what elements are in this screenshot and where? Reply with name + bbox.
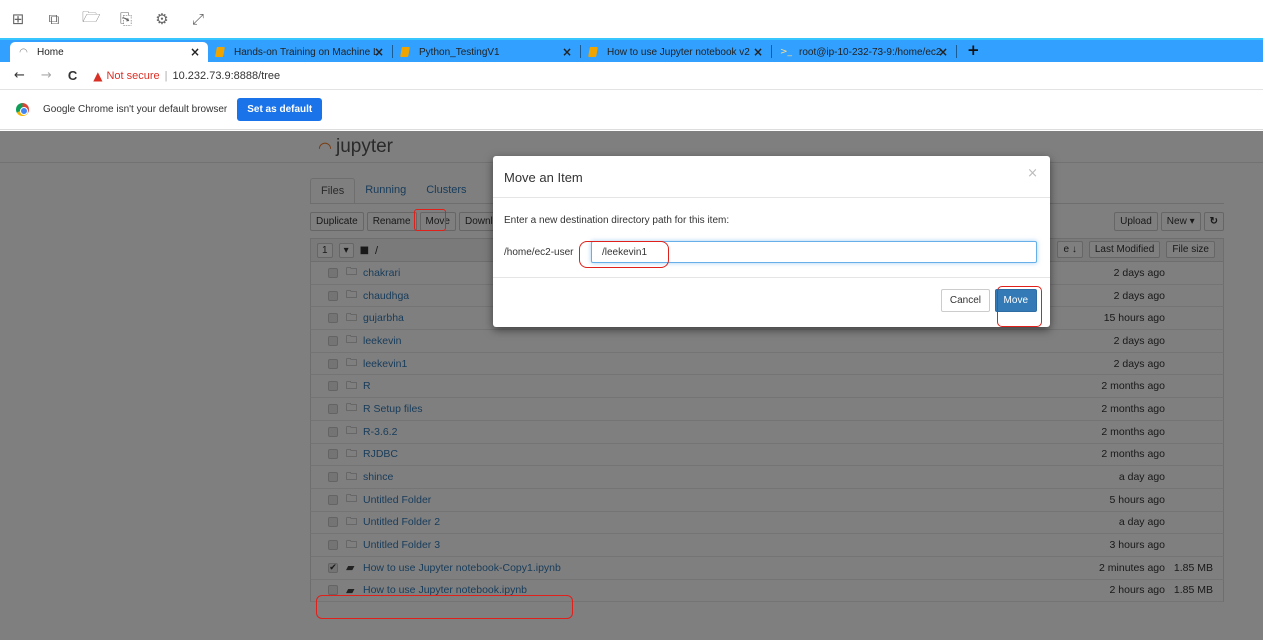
back-button[interactable]: ←: [14, 68, 25, 83]
url-field[interactable]: 10.232.73.9:8888/tree: [173, 70, 281, 82]
tab-jupyter-notebook-v2[interactable]: How to use Jupyter notebook v2 ×: [581, 42, 771, 62]
address-bar: ← → C ▲ Not secure | 10.232.73.9:8888/tr…: [0, 62, 1263, 90]
new-tab-button[interactable]: +: [967, 41, 980, 59]
set-as-default-button[interactable]: Set as default: [237, 98, 323, 121]
jupyter-icon: ◠: [19, 46, 28, 58]
warning-icon: ▲: [93, 68, 103, 83]
dialog-footer: Cancel Move: [493, 278, 1050, 327]
copy-icon[interactable]: ⎘: [118, 10, 134, 28]
dialog-title: Move an Item: [504, 170, 583, 185]
dialog-header: Move an Item ×: [493, 156, 1050, 198]
destination-path-input[interactable]: [591, 241, 1037, 263]
close-icon[interactable]: ×: [938, 45, 948, 59]
tab-separator: [956, 45, 957, 58]
reload-button[interactable]: C: [68, 68, 77, 83]
tab-title: Home: [37, 46, 64, 58]
close-icon[interactable]: ×: [753, 45, 763, 59]
tab-title: How to use Jupyter notebook v2: [607, 46, 750, 58]
grid-icon[interactable]: ⊞: [10, 10, 26, 28]
chrome-icon: [16, 103, 29, 116]
tab-hands-on-training[interactable]: Hands-on Training on Machine L ×: [208, 42, 392, 62]
tab-home[interactable]: ◠ Home ×: [10, 42, 208, 62]
os-toolbar: ⊞ ⧉ 🗁 ⎘ ⚙ ⤢: [0, 0, 1263, 38]
default-browser-infobar: Google Chrome isn't your default browser…: [0, 90, 1263, 130]
tab-title: Python_TestingV1: [419, 46, 500, 58]
close-icon[interactable]: ×: [562, 45, 572, 59]
tab-terminal[interactable]: >_ root@ip-10-232-73-9:/home/ec2 ×: [772, 42, 956, 62]
cancel-button[interactable]: Cancel: [940, 289, 990, 312]
settings-icon[interactable]: ⚙: [154, 10, 170, 28]
close-icon[interactable]: ×: [1027, 166, 1038, 181]
folder-icon[interactable]: 🗁: [82, 7, 101, 32]
security-status[interactable]: Not secure: [106, 70, 159, 82]
dialog-body: Enter a new destination directory path f…: [493, 198, 1050, 278]
tab-python-testing[interactable]: Python_TestingV1 ×: [393, 42, 580, 62]
close-icon[interactable]: ×: [190, 45, 200, 59]
browser-tab-bar: ◠ Home × Hands-on Training on Machine L …: [0, 38, 1263, 62]
window-icon[interactable]: ⧉: [46, 10, 62, 28]
forward-button[interactable]: →: [41, 68, 52, 83]
tab-title: root@ip-10-232-73-9:/home/ec2: [799, 46, 942, 58]
move-button[interactable]: Move: [994, 289, 1037, 312]
terminal-icon: >_: [780, 46, 793, 57]
notebook-icon: [215, 47, 225, 57]
close-icon[interactable]: ×: [374, 45, 384, 59]
expand-icon[interactable]: ⤢: [190, 10, 206, 28]
address-separator: |: [164, 69, 168, 82]
tab-title: Hands-on Training on Machine L: [234, 46, 379, 58]
dialog-prompt: Enter a new destination directory path f…: [504, 215, 730, 226]
path-prefix-label: /home/ec2-user: [504, 247, 574, 258]
infobar-message: Google Chrome isn't your default browser: [43, 104, 228, 115]
notebook-icon: [588, 47, 598, 57]
move-item-dialog: Move an Item × Enter a new destination d…: [493, 156, 1050, 327]
notebook-icon: [400, 47, 410, 57]
